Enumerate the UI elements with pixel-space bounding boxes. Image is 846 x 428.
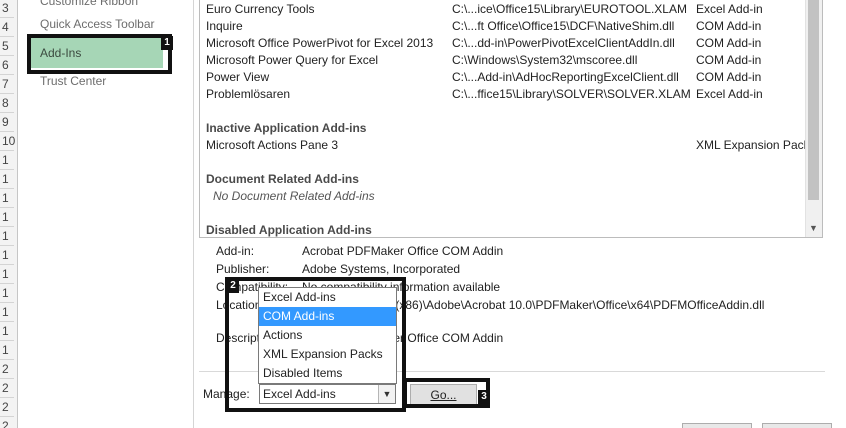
addin-name: Problemlösaren [206,87,291,101]
ok-button[interactable] [682,423,752,428]
addin-location: C:\Windows\System32\mscoree.dll [452,53,638,67]
cancel-button[interactable] [762,423,832,428]
row-number: 4 [0,18,14,37]
list-item[interactable]: Inquire C:\...ft Office\Office15\DCF\Nat… [206,19,810,36]
addin-type: COM Add-in [696,70,762,84]
row-number: 3 [0,0,14,18]
row-number: 1 [0,265,14,284]
row-number: 5 [0,37,14,56]
section-header-disabled: Disabled Application Add-ins [206,223,372,237]
scroll-down-arrow-icon[interactable]: ▼ [807,222,820,235]
nav-item-quick-access-toolbar[interactable]: Quick Access Toolbar [40,17,155,31]
row-number: 1 [0,284,14,303]
addin-name: Microsoft Actions Pane 3 [206,138,339,152]
row-number: 9 [0,113,14,132]
list-item[interactable]: Problemlösaren C:\...ffice15\Library\SOL… [206,87,810,104]
addin-name: Microsoft Power Query for Excel [206,53,379,67]
scrollbar-thumb[interactable] [808,0,819,200]
row-number: 2 [0,398,14,417]
annotation-box-3 [403,378,490,408]
list-scrollbar[interactable]: ▼ [805,0,822,237]
row-number: 7 [0,75,14,94]
addin-name: Microsoft Office PowerPivot for Excel 20… [206,36,434,50]
row-number: 2 [0,360,14,379]
row-number: 1 [0,189,14,208]
list-item[interactable]: Power View C:\...Add-in\AdHocReportingEx… [206,70,810,87]
addin-location: C:\...ice\Office15\Library\EUROTOOL.XLAM [452,2,687,16]
annotation-box-1 [27,34,172,74]
row-number: 1 [0,322,14,341]
excel-row-gutter: 3 4 5 6 7 8 9 10 1 1 1 1 1 1 1 1 1 1 1 2 2 2 2 [0,0,18,428]
row-number: 1 [0,227,14,246]
addin-name: Inquire [206,19,243,33]
row-number: 1 [0,246,14,265]
list-item[interactable]: Euro Currency Tools C:\...ice\Office15\L… [206,2,810,19]
annotation-badge-3: 3 [478,390,490,404]
addin-location: C:\...ft Office\Office15\DCF\NativeShim.… [452,19,675,33]
addin-type: Excel Add-in [696,87,763,101]
addin-type: COM Add-in [696,53,762,67]
no-document-addins-text: No Document Related Add-ins [213,189,375,203]
annotation-badge-2: 2 [227,279,239,293]
addin-type: Excel Add-in [696,2,763,16]
addin-location: C:\...Add-in\AdHocReportingExcelClient.d… [452,70,679,84]
list-item[interactable]: Microsoft Actions Pane 3 XML Expansion P… [206,138,810,155]
detail-addin-label: Add-in: [216,244,255,258]
row-number: 2 [0,417,14,428]
nav-item-trust-center[interactable]: Trust Center [40,74,106,88]
section-header-inactive: Inactive Application Add-ins [206,121,367,135]
addins-list[interactable]: Euro Currency Tools C:\...ice\Office15\L… [199,0,823,238]
row-number: 1 [0,303,14,322]
row-number: 1 [0,151,14,170]
detail-addin-value: Acrobat PDFMaker Office COM Addin [302,244,504,258]
row-number: 1 [0,170,14,189]
addin-type: COM Add-in [696,19,762,33]
row-number: 6 [0,56,14,75]
annotation-box-2 [225,277,406,412]
row-number: 10 [0,132,15,151]
addin-name: Power View [206,70,270,84]
row-number: 2 [0,379,14,398]
nav-item-customize-ribbon[interactable]: Customize Ribbon [40,0,138,8]
addin-location: C:\...ffice15\Library\SOLVER\SOLVER.XLAM [452,87,691,101]
addin-name: Euro Currency Tools [206,2,315,16]
row-number: 1 [0,341,14,360]
addin-type: COM Add-in [696,36,762,50]
detail-publisher-label: Publisher: [216,262,270,276]
row-number: 8 [0,94,14,113]
annotation-badge-1: 1 [161,36,173,50]
list-item[interactable]: Microsoft Office PowerPivot for Excel 20… [206,36,810,53]
section-header-document: Document Related Add-ins [206,172,359,186]
detail-publisher-value: Adobe Systems, Incorporated [302,262,461,276]
addin-type: XML Expansion Pack [696,138,810,152]
row-number: 1 [0,208,14,227]
addin-location: C:\...dd-in\PowerPivotExcelClientAddIn.d… [452,36,675,50]
list-item[interactable]: Microsoft Power Query for Excel C:\Windo… [206,53,810,70]
